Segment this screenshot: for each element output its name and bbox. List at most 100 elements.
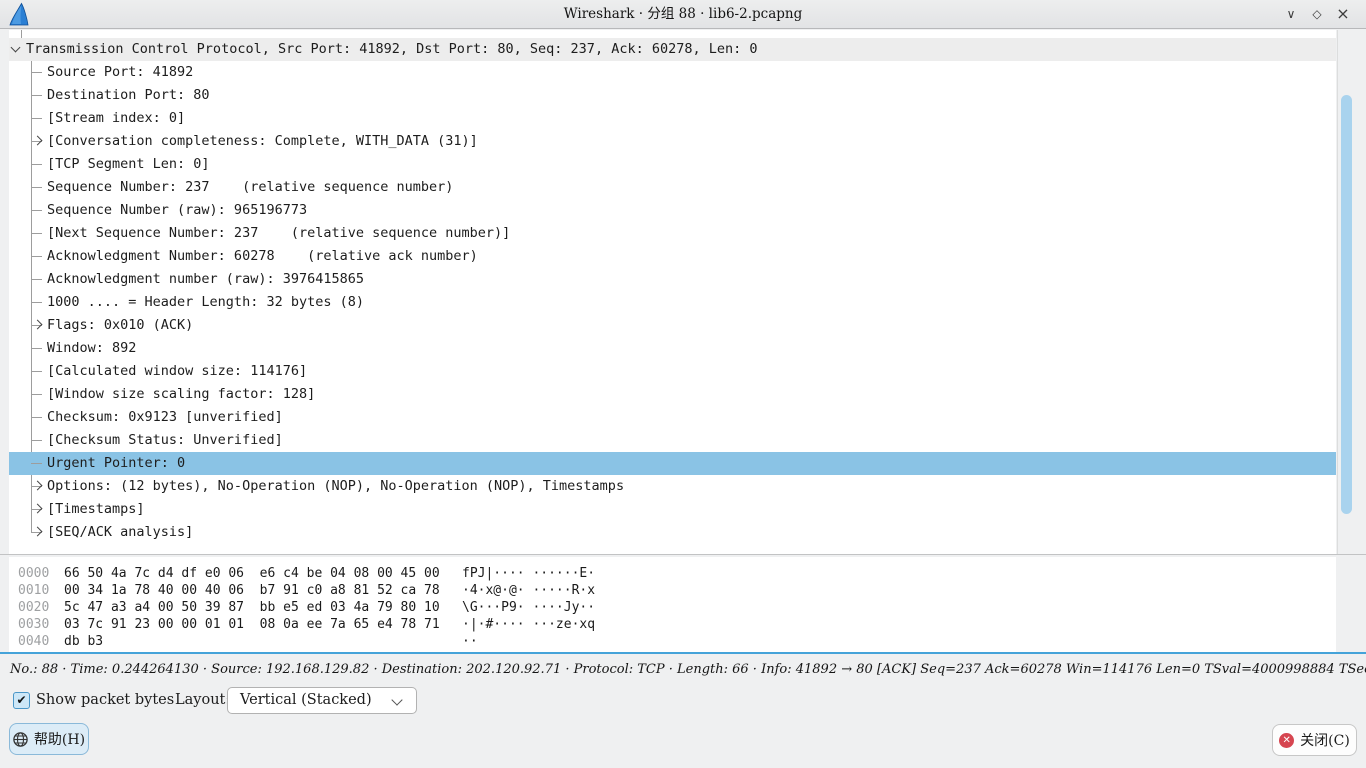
tree-branch-line (31, 95, 42, 96)
hex-row[interactable]: 0040 db b3 ·· (9, 633, 1336, 650)
tree-branch-line (31, 348, 42, 349)
tree-row-label: Options: (12 bytes), No-Operation (NOP),… (47, 475, 624, 498)
tree-row[interactable]: [Calculated window size: 114176] (9, 360, 1336, 383)
tree-row[interactable]: Flags: 0x010 (ACK) (9, 314, 1336, 337)
chevron-expanded-icon[interactable] (11, 43, 21, 53)
tree-branch-line (31, 210, 42, 211)
hex-offset: 0000 (18, 565, 49, 582)
tree-row-label: [SEQ/ACK analysis] (47, 521, 193, 544)
tree-row[interactable]: [Stream index: 0] (9, 107, 1336, 130)
tree-row[interactable]: 1000 .... = Header Length: 32 bytes (8) (9, 291, 1336, 314)
tree-branch-line (31, 233, 42, 234)
tree-row[interactable]: Window: 892 (9, 337, 1336, 360)
pane-divider (0, 554, 1366, 555)
titlebar: Wireshark · 分组 88 · lib6-2.pcapng ∨ ◇ × (0, 0, 1366, 29)
minimize-icon[interactable]: ∨ (1280, 0, 1302, 29)
tree-row[interactable]: Acknowledgment Number: 60278 (relative a… (9, 245, 1336, 268)
hex-offset: 0030 (18, 616, 49, 633)
hex-offset: 0040 (18, 633, 49, 650)
layout-select-value: Vertical (Stacked) (240, 688, 372, 713)
tree-row-label: Checksum: 0x9123 [unverified] (47, 406, 283, 429)
tree-row[interactable]: [TCP Segment Len: 0] (9, 153, 1336, 176)
tree-branch-line (31, 371, 42, 372)
tree-row[interactable]: [Timestamps] (9, 498, 1336, 521)
show-packet-bytes-label[interactable]: Show packet bytes (36, 686, 174, 714)
tree-row-label: Destination Port: 80 (47, 84, 210, 107)
chevron-collapsed-icon[interactable] (33, 527, 43, 537)
tree-branch-line (31, 440, 42, 441)
tree-row-label: [Timestamps] (47, 498, 145, 521)
tree-branch-line (31, 394, 42, 395)
tree-row[interactable]: Urgent Pointer: 0 (9, 452, 1336, 475)
hex-offset: 0010 (18, 582, 49, 599)
tree-row[interactable]: [Window size scaling factor: 128] (9, 383, 1336, 406)
tree-branch-line (31, 417, 42, 418)
tree-row-label: Source Port: 41892 (47, 61, 193, 84)
globe-icon (13, 732, 28, 747)
tree-row-label: Acknowledgment Number: 60278 (relative a… (47, 245, 478, 268)
tree-row-label: [TCP Segment Len: 0] (47, 153, 210, 176)
close-button-label: 关闭(C) (1300, 730, 1350, 750)
packet-status-line: No.: 88 · Time: 0.244264130 · Source: 19… (0, 654, 1366, 684)
tree-row-label: Acknowledgment number (raw): 3976415865 (47, 268, 364, 291)
tree-row-label: [Stream index: 0] (47, 107, 185, 130)
tree-row[interactable]: [SEQ/ACK analysis] (9, 521, 1336, 544)
tree-branch-line (31, 279, 42, 280)
tree-branch-line (31, 164, 42, 165)
close-icon[interactable]: × (1332, 0, 1354, 29)
close-button[interactable]: ✕ 关闭(C) (1272, 724, 1357, 756)
hex-ascii[interactable]: fPJ|···· ······E· (462, 565, 595, 582)
tree-row-label: [Conversation completeness: Complete, WI… (47, 130, 478, 153)
scrollbar-thumb[interactable] (1341, 95, 1352, 514)
tree-row[interactable]: [Checksum Status: Unverified] (9, 429, 1336, 452)
tree-row-label: [Window size scaling factor: 128] (47, 383, 315, 406)
tree-row-label: [Calculated window size: 114176] (47, 360, 307, 383)
tree-row-label: Window: 892 (47, 337, 136, 360)
layout-select[interactable]: Vertical (Stacked) (227, 687, 417, 714)
hex-ascii[interactable]: ·4·x@·@· ·····R·x (462, 582, 595, 599)
tree-row-label: 1000 .... = Header Length: 32 bytes (8) (47, 291, 364, 314)
scrollbar[interactable] (1337, 30, 1353, 554)
hex-row[interactable]: 00205c 47 a3 a4 00 50 39 87 bb e5 ed 03 … (9, 599, 1336, 616)
hex-row[interactable]: 0030 03 7c 91 23 00 00 01 01 08 0a ee 7a … (9, 616, 1336, 633)
packet-bytes-pane[interactable]: 0000 66 50 4a 7c d4 df e0 06 e6 c4 be 04 … (9, 557, 1336, 652)
tree-row[interactable]: [Conversation completeness: Complete, WI… (9, 130, 1336, 153)
chevron-collapsed-icon[interactable] (33, 136, 43, 146)
tree-row[interactable]: Sequence Number (raw): 965196773 (9, 199, 1336, 222)
tree-row[interactable]: Sequence Number: 237 (relative sequence … (9, 176, 1336, 199)
hex-ascii[interactable]: ·· (462, 633, 478, 650)
tree-branch-line (31, 187, 42, 188)
packet-detail-pane[interactable]: Transmission Control Protocol, Src Port:… (9, 30, 1336, 554)
tree-row-label: Transmission Control Protocol, Src Port:… (26, 38, 758, 61)
tree-row[interactable]: Checksum: 0x9123 [unverified] (9, 406, 1336, 429)
tree-branch-line (31, 256, 42, 257)
hex-bytes[interactable]: 00 34 1a 78 40 00 40 06 b7 91 c0 a8 81 5… (64, 582, 440, 599)
tree-row[interactable]: Source Port: 41892 (9, 61, 1336, 84)
tree-branch-line (31, 302, 42, 303)
hex-row[interactable]: 0010 00 34 1a 78 40 00 40 06 b7 91 c0 a8 … (9, 582, 1336, 599)
chevron-collapsed-icon[interactable] (33, 320, 43, 330)
hex-ascii[interactable]: ·|·#···· ···ze·xq (462, 616, 595, 633)
tree-branch-line (31, 463, 42, 464)
hex-bytes[interactable]: 03 7c 91 23 00 00 01 01 08 0a ee 7a 65 e… (64, 616, 440, 633)
chevron-down-icon (391, 694, 402, 705)
maximize-icon[interactable]: ◇ (1306, 0, 1328, 29)
hex-bytes[interactable]: 66 50 4a 7c d4 df e0 06 e6 c4 be 04 08 0… (64, 565, 440, 582)
chevron-collapsed-icon[interactable] (33, 481, 43, 491)
chevron-collapsed-icon[interactable] (33, 504, 43, 514)
tree-row[interactable]: Options: (12 bytes), No-Operation (NOP),… (9, 475, 1336, 498)
hex-bytes[interactable]: db b3 (64, 633, 103, 650)
hex-bytes[interactable]: 5c 47 a3 a4 00 50 39 87 bb e5 ed 03 4a 7… (64, 599, 440, 616)
help-button[interactable]: 帮助(H) (9, 723, 89, 755)
tree-row-label: [Checksum Status: Unverified] (47, 429, 283, 452)
tree-row[interactable]: Acknowledgment number (raw): 3976415865 (9, 268, 1336, 291)
tree-row[interactable]: [Next Sequence Number: 237 (relative seq… (9, 222, 1336, 245)
tree-row-label: Urgent Pointer: 0 (47, 452, 185, 475)
close-circle-icon: ✕ (1279, 733, 1294, 748)
hex-ascii[interactable]: \G···P9· ····Jy·· (462, 599, 595, 616)
help-button-label: 帮助(H) (34, 729, 85, 749)
tree-row[interactable]: Destination Port: 80 (9, 84, 1336, 107)
hex-row[interactable]: 0000 66 50 4a 7c d4 df e0 06 e6 c4 be 04 … (9, 565, 1336, 582)
tree-row[interactable]: Transmission Control Protocol, Src Port:… (9, 38, 1336, 61)
show-packet-bytes-checkbox[interactable]: ✔ (13, 692, 30, 709)
